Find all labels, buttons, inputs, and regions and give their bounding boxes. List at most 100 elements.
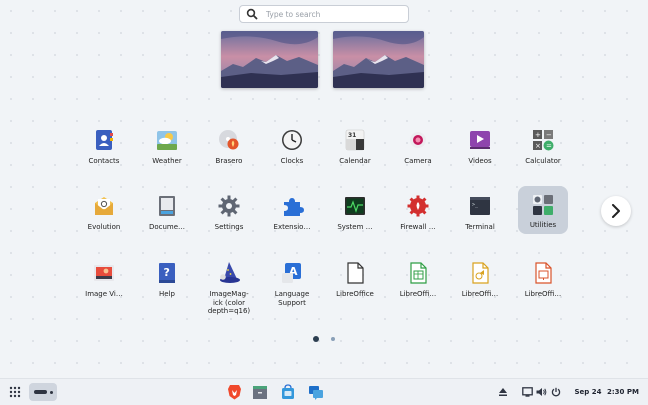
libreoffice-calc-icon [405, 260, 431, 286]
app-label: ImageMag- ick (color depth=q16) [207, 290, 251, 316]
svg-text:−: − [546, 131, 552, 139]
active-workspace-indicator [33, 390, 47, 394]
app-grid-button[interactable] [8, 385, 22, 399]
app-label: Videos [468, 157, 492, 165]
app-label: Calendar [339, 157, 371, 165]
app-label: Language Support [274, 290, 310, 307]
next-page-button[interactable] [601, 196, 631, 226]
workspace-indicator [49, 390, 53, 394]
extensions-icon [279, 193, 305, 219]
taskbar-software-store[interactable] [279, 383, 297, 401]
app-label: Weather [152, 157, 182, 165]
system-monitor-icon [342, 193, 368, 219]
app-label: Evolution [87, 223, 121, 231]
settings-icon [216, 193, 242, 219]
app-label: Utilities [529, 221, 557, 229]
app-label: System … [337, 223, 373, 231]
svg-text:31: 31 [348, 132, 356, 139]
app-document-viewer[interactable]: Docume… [136, 190, 198, 252]
taskbar-brave-browser[interactable] [225, 383, 243, 401]
volume-icon [536, 388, 546, 396]
weather-icon [154, 127, 180, 153]
app-settings[interactable]: Settings [198, 190, 260, 252]
clocks-icon [279, 127, 305, 153]
file-manager-icon [253, 385, 267, 399]
page-indicator-1[interactable] [313, 336, 319, 342]
libreoffice-impress-icon [530, 260, 556, 286]
app-language-support[interactable]: A Language Support [261, 257, 323, 319]
app-label: Contacts [88, 157, 120, 165]
app-libreoffice[interactable]: LibreOffice [324, 257, 386, 319]
display-button[interactable] [520, 385, 534, 399]
libreoffice-icon [342, 260, 368, 286]
clock-display[interactable]: 2:30 PM [606, 385, 640, 399]
app-libreoffice-calc[interactable]: LibreOffi… [387, 257, 449, 319]
app-clocks[interactable]: Clocks [261, 124, 323, 186]
firewall-icon [405, 193, 431, 219]
date-display[interactable]: Sep 24 [572, 385, 604, 399]
svg-text:=: = [546, 142, 552, 150]
taskbar-file-manager[interactable] [251, 383, 269, 401]
workspace-thumbnail-2[interactable] [333, 31, 424, 88]
app-libreoffice-impress[interactable]: LibreOffi… [512, 257, 574, 319]
app-help[interactable]: ? Help [136, 257, 198, 319]
app-grid-icon [9, 386, 21, 398]
app-image-viewer[interactable]: Image Vi… [73, 257, 135, 319]
app-folder-utilities[interactable]: Utilities [518, 186, 568, 234]
app-label: Clocks [280, 157, 304, 165]
search-icon [246, 8, 258, 20]
evolution-icon [91, 193, 117, 219]
taskbar-messages[interactable] [307, 383, 325, 401]
search-input[interactable] [266, 9, 401, 19]
app-camera[interactable]: Camera [387, 124, 449, 186]
contacts-icon [91, 127, 117, 153]
app-calculator[interactable]: + − × = Calculator [512, 124, 574, 186]
mountain-wallpaper-image [333, 31, 424, 88]
power-icon [551, 387, 561, 397]
app-label: Brasero [215, 157, 243, 165]
chevron-right-icon [612, 204, 620, 218]
help-icon: ? [154, 260, 180, 286]
app-calendar[interactable]: 31 Calendar [324, 124, 386, 186]
workspace-switcher[interactable] [29, 383, 57, 401]
app-label: Docume… [148, 223, 186, 231]
app-brasero[interactable]: Brasero [198, 124, 260, 186]
volume-button[interactable] [534, 385, 548, 399]
messages-icon [309, 385, 323, 400]
libreoffice-draw-icon [467, 260, 493, 286]
workspace-thumbnail-1[interactable] [221, 31, 318, 88]
language-support-icon: A [279, 260, 305, 286]
app-terminal[interactable]: >_ Terminal [449, 190, 511, 252]
svg-text:+: + [535, 131, 541, 139]
calculator-icon: + − × = [530, 127, 556, 153]
power-button[interactable] [549, 385, 563, 399]
brasero-icon [216, 127, 242, 153]
eject-button[interactable] [496, 385, 510, 399]
app-imagemagick[interactable]: ImageMag- ick (color depth=q16) [198, 257, 260, 319]
app-contacts[interactable]: Contacts [73, 124, 135, 186]
app-label: Camera [404, 157, 432, 165]
eject-icon [499, 388, 507, 396]
app-weather[interactable]: Weather [136, 124, 198, 186]
app-label: Help [159, 290, 175, 298]
app-firewall[interactable]: Firewall … [387, 190, 449, 252]
app-label: LibreOffi… [524, 290, 562, 298]
svg-text:?: ? [164, 266, 170, 279]
imagemagick-icon [216, 260, 242, 286]
software-store-icon [282, 384, 294, 399]
app-system-monitor[interactable]: System … [324, 190, 386, 252]
app-label: Settings [214, 223, 244, 231]
app-evolution[interactable]: Evolution [73, 190, 135, 252]
search-bar[interactable] [239, 5, 409, 23]
taskbar: Sep 24 2:30 PM [0, 378, 648, 405]
app-label: Terminal [465, 223, 495, 231]
app-extensions[interactable]: Extensio… [261, 190, 323, 252]
svg-text:>_: >_ [472, 202, 479, 208]
app-libreoffice-draw[interactable]: LibreOffi… [449, 257, 511, 319]
app-label: Image Vi… [85, 290, 123, 298]
app-label: Firewall … [400, 223, 436, 231]
utilities-folder-icon [530, 192, 556, 218]
page-indicator-2[interactable] [331, 337, 335, 341]
svg-text:×: × [535, 142, 541, 150]
app-videos[interactable]: Videos [449, 124, 511, 186]
